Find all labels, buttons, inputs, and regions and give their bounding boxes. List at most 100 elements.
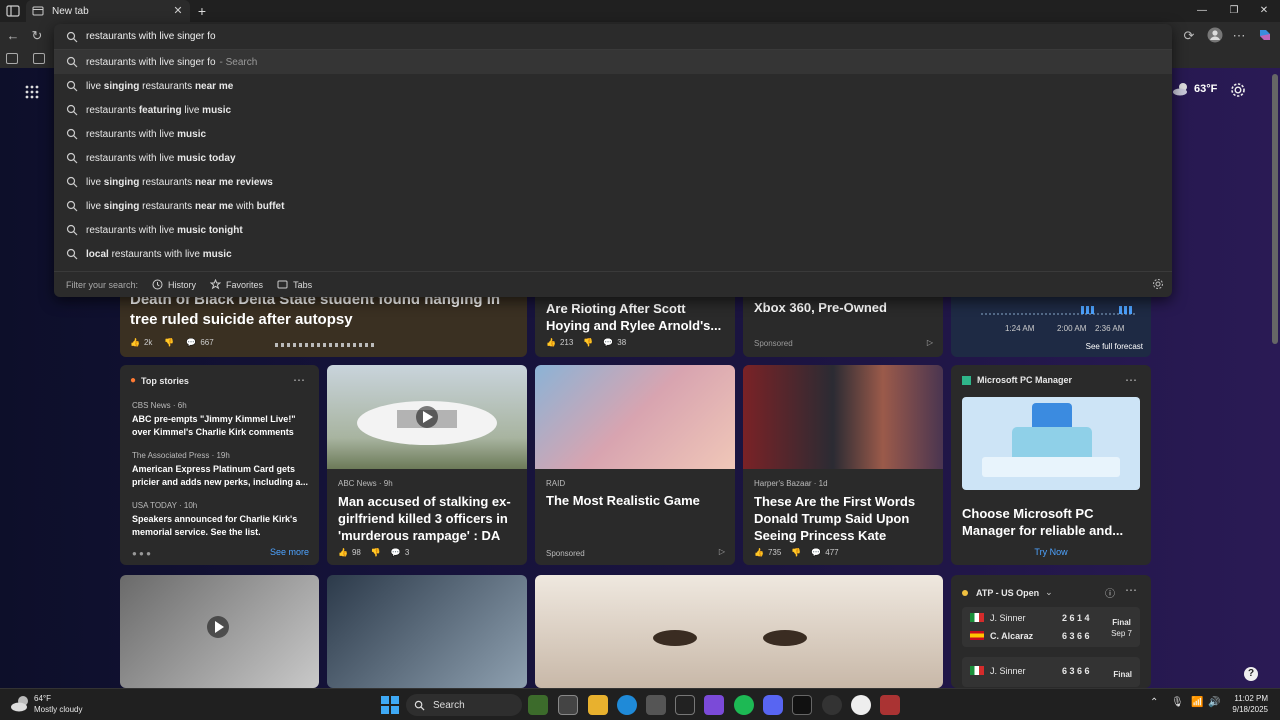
dislike-icon[interactable]: 👎 — [164, 338, 174, 347]
match-row[interactable]: J. Sinner 2 6 1 4 C. Alcaraz 6 3 6 6 Fin… — [962, 607, 1140, 647]
more-options-icon[interactable]: ⋯ — [1230, 27, 1248, 45]
obs-icon[interactable] — [792, 695, 812, 715]
help-icon[interactable]: ? — [1244, 667, 1258, 681]
carousel-dots[interactable] — [275, 343, 375, 347]
pc-manager-card[interactable]: Microsoft PC Manager ⋯ Choose Microsoft … — [951, 365, 1151, 565]
news-card-abc[interactable]: ABC News · 9h Man accused of stalking ex… — [327, 365, 527, 565]
folder-icon[interactable] — [33, 53, 45, 64]
address-bar[interactable] — [54, 24, 1172, 50]
like-icon[interactable]: 👍 — [546, 338, 556, 347]
story-item[interactable]: The Associated Press · 19h American Expr… — [132, 451, 312, 489]
more-icon[interactable]: ⋯ — [1125, 373, 1137, 387]
comment-icon[interactable]: 💬 — [391, 548, 401, 557]
dislike-icon[interactable]: 👎 — [371, 548, 381, 557]
steam-icon[interactable] — [851, 695, 871, 715]
try-now-button[interactable]: Try Now — [951, 547, 1151, 557]
taskbar-weather[interactable]: 64°F Mostly cloudy — [10, 693, 82, 715]
pager-dots[interactable]: ● ● ● — [132, 549, 151, 558]
minimize-button[interactable]: — — [1186, 0, 1218, 22]
copilot-app-icon[interactable] — [704, 695, 724, 715]
play-icon[interactable] — [206, 615, 230, 639]
match-row[interactable]: J. Sinner 6 3 6 6 Final — [962, 657, 1140, 687]
github-icon[interactable] — [822, 695, 842, 715]
suggestion-item[interactable]: live singing restaurants near me reviews — [54, 170, 1172, 194]
like-icon[interactable]: 👍 — [338, 548, 348, 557]
news-card-simplisafe[interactable] — [327, 575, 527, 688]
game-app-icon[interactable] — [880, 695, 900, 715]
system-clock[interactable]: 11:02 PM 9/18/2025 — [1232, 693, 1268, 715]
edge-browser-icon[interactable] — [617, 695, 637, 715]
new-tab-button[interactable]: + — [194, 3, 210, 19]
info-icon[interactable]: ⓘ — [1105, 585, 1115, 600]
see-full-forecast-link[interactable]: See full forecast — [1086, 342, 1143, 351]
filter-favorites[interactable]: Favorites — [210, 279, 263, 290]
back-button[interactable]: ← — [4, 27, 22, 45]
spotify-icon[interactable] — [734, 695, 754, 715]
store-icon[interactable] — [646, 695, 666, 715]
see-more-link[interactable]: See more — [270, 547, 309, 557]
epic-games-icon[interactable] — [675, 695, 695, 715]
filter-tabs[interactable]: Tabs — [277, 279, 312, 290]
refresh-button[interactable]: ↻ — [28, 27, 46, 45]
wifi-icon[interactable]: 📶 — [1191, 697, 1203, 708]
task-view-icon[interactable] — [558, 695, 578, 715]
suggestion-item[interactable]: live singing restaurants near me with bu… — [54, 194, 1172, 218]
news-card-portrait[interactable] — [535, 575, 943, 688]
like-count: 98 — [351, 548, 361, 557]
taskbar-search[interactable]: Search — [406, 694, 522, 716]
chevron-up-icon[interactable]: ⌃ — [1150, 697, 1158, 708]
windows-start-icon[interactable] — [381, 696, 399, 714]
suggestion-item[interactable]: restaurants with live music — [54, 122, 1172, 146]
like-icon[interactable]: 👍 — [754, 548, 764, 557]
taskbar-app-icon[interactable] — [528, 695, 548, 715]
extensions-icon[interactable]: ⟳ — [1180, 27, 1198, 45]
suggestion-item[interactable]: local restaurants with live music — [54, 242, 1172, 266]
file-explorer-icon[interactable] — [588, 695, 608, 715]
comment-icon[interactable]: 💬 — [811, 548, 821, 557]
volume-icon[interactable]: 🔊 — [1208, 697, 1220, 708]
page-scrollbar[interactable] — [1272, 74, 1278, 344]
apps-grid-icon[interactable] — [24, 84, 40, 100]
suggestion-item[interactable]: restaurants with live music today — [54, 146, 1172, 170]
match-status: Final — [1112, 618, 1131, 627]
filter-history[interactable]: History — [152, 279, 196, 290]
video-card-shoe[interactable] — [120, 575, 319, 688]
reading-icon[interactable] — [6, 53, 18, 64]
more-icon[interactable]: ⋯ — [1125, 583, 1137, 597]
ad-info-icon[interactable]: ▷ — [927, 338, 933, 347]
card-source: Harper's Bazaar · 1d — [754, 479, 828, 488]
more-icon[interactable]: ⋯ — [293, 373, 305, 387]
tab-actions-icon[interactable] — [4, 2, 22, 20]
weather-widget[interactable]: 63°F — [1172, 82, 1217, 96]
discord-icon[interactable] — [763, 695, 783, 715]
tab-new-tab[interactable]: New tab ✕ — [26, 0, 190, 22]
atp-scores-card[interactable]: ATP - US Open ⌄ ⓘ ⋯ J. Sinner 2 6 1 4 C.… — [951, 575, 1151, 688]
dislike-icon[interactable]: 👎 — [583, 338, 593, 347]
copilot-icon[interactable] — [1256, 27, 1274, 45]
card-reactions: 👍 98 👎 💬 3 — [338, 548, 409, 557]
story-item[interactable]: USA TODAY · 10h Speakers announced for C… — [132, 501, 312, 539]
like-icon[interactable]: 👍 — [130, 338, 140, 347]
news-card-harper[interactable]: Harper's Bazaar · 1d These Are the First… — [743, 365, 943, 565]
dislike-icon[interactable]: 👎 — [791, 548, 801, 557]
story-item[interactable]: CBS News · 6h ABC pre-empts "Jimmy Kimme… — [132, 401, 312, 439]
ad-card-raid[interactable]: RAID The Most Realistic Game Sponsored ▷ — [535, 365, 735, 565]
suggestion-item[interactable]: restaurants featuring live music — [54, 98, 1172, 122]
history-icon — [152, 279, 163, 290]
forecast-time-3: 2:36 AM — [1095, 324, 1125, 333]
microphone-icon[interactable]: 🎙 — [1171, 697, 1184, 708]
chevron-down-icon[interactable]: ⌄ — [1045, 587, 1053, 598]
page-settings-icon[interactable] — [1230, 82, 1246, 98]
gear-icon[interactable] — [1152, 278, 1164, 290]
profile-avatar[interactable] — [1206, 27, 1224, 45]
comment-icon[interactable]: 💬 — [603, 338, 613, 347]
close-window-button[interactable]: ✕ — [1248, 0, 1280, 22]
suggestion-item[interactable]: live singing restaurants near me — [54, 74, 1172, 98]
suggestion-item[interactable]: restaurants with live music tonight — [54, 218, 1172, 242]
comment-icon[interactable]: 💬 — [186, 338, 196, 347]
ad-info-icon[interactable]: ▷ — [719, 547, 725, 556]
restore-button[interactable]: ❐ — [1218, 0, 1250, 22]
address-input[interactable] — [86, 31, 686, 42]
close-tab-icon[interactable]: ✕ — [172, 5, 184, 17]
suggestion-item[interactable]: restaurants with live singer fo - Search — [54, 50, 1172, 74]
